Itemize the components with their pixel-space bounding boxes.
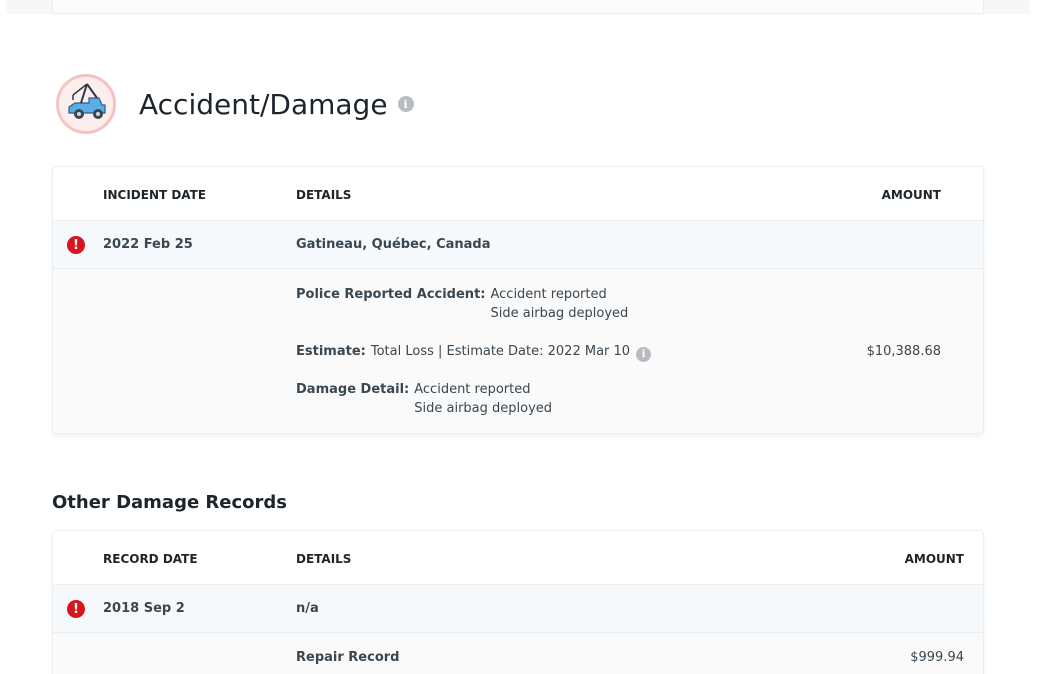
record-date: 2018 Sep 2 xyxy=(103,601,185,616)
other-damage-table: RECORD DATE DETAILS AMOUNT ! 2018 Sep 2 … xyxy=(52,530,984,674)
repair-record-amount: $999.94 xyxy=(910,650,964,665)
incident-detail-row: Police Reported Accident: Accident repor… xyxy=(53,269,983,433)
damage-detail-label: Damage Detail: xyxy=(296,382,410,397)
incident-location: Gatineau, Québec, Canada xyxy=(296,237,491,252)
damage-detail-entry: Damage Detail: Accident reported Side ai… xyxy=(296,380,552,418)
record-detail-row: Repair Record $999.94 xyxy=(53,633,983,674)
damage-detail-value: Accident reported xyxy=(414,382,531,397)
repair-record-label: Repair Record xyxy=(296,650,400,665)
section-header: Accident/Damage i xyxy=(56,73,414,135)
alert-icon: ! xyxy=(67,600,85,618)
incident-date: 2022 Feb 25 xyxy=(103,237,193,252)
estimate-label: Estimate: xyxy=(296,344,366,359)
column-header-details: DETAILS xyxy=(296,552,352,566)
police-report-entry: Police Reported Accident: Accident repor… xyxy=(296,285,628,323)
column-header-incident-date: INCIDENT DATE xyxy=(103,188,207,202)
table-row: ! 2018 Sep 2 n/a xyxy=(53,585,983,633)
police-report-label: Police Reported Accident: xyxy=(296,287,486,302)
table-row: ! 2022 Feb 25 Gatineau, Québec, Canada xyxy=(53,221,983,269)
estimate-amount: $10,388.68 xyxy=(866,344,941,359)
table-header-row: INCIDENT DATE DETAILS AMOUNT xyxy=(53,167,983,221)
alert-icon: ! xyxy=(67,236,85,254)
section-title: Accident/Damage xyxy=(139,87,388,121)
police-report-value: Accident reported xyxy=(490,287,607,302)
police-report-value: Side airbag deployed xyxy=(490,306,629,321)
accident-table: INCIDENT DATE DETAILS AMOUNT ! 2022 Feb … xyxy=(52,166,984,434)
column-header-record-date: RECORD DATE xyxy=(103,552,198,566)
previous-section-bottom xyxy=(6,0,1030,14)
estimate-entry: Estimate: Total Loss | Estimate Date: 20… xyxy=(296,342,652,362)
other-damage-heading: Other Damage Records xyxy=(52,492,288,513)
info-icon[interactable]: i xyxy=(636,347,652,362)
tow-truck-icon xyxy=(56,74,116,134)
record-details: n/a xyxy=(296,601,319,616)
estimate-value: Total Loss | Estimate Date: 2022 Mar 10 xyxy=(370,344,631,359)
damage-detail-value: Side airbag deployed xyxy=(414,401,553,416)
column-header-details: DETAILS xyxy=(296,188,352,202)
previous-card-edge xyxy=(52,0,984,14)
info-icon[interactable]: i xyxy=(397,96,414,112)
table-header-row: RECORD DATE DETAILS AMOUNT xyxy=(53,531,983,585)
column-header-amount: AMOUNT xyxy=(881,188,941,202)
column-header-amount: AMOUNT xyxy=(904,552,964,566)
